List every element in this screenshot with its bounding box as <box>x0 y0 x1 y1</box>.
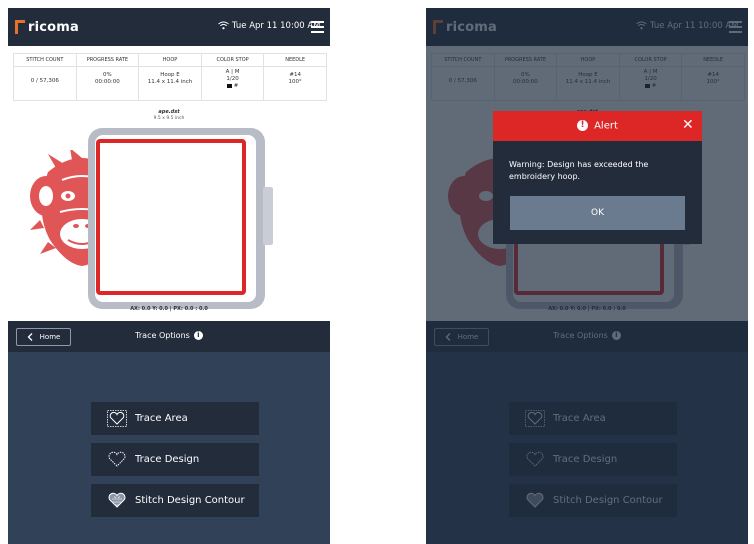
needle-number: #14 <box>289 72 301 78</box>
alert-header: ! Alert ✕ <box>493 111 702 141</box>
alert-title: ! Alert <box>493 120 702 132</box>
close-icon[interactable]: ✕ <box>682 117 694 133</box>
progress-percent: 0% <box>103 72 112 78</box>
ok-label: OK <box>591 208 604 218</box>
brand-logo: ricoma <box>15 18 79 36</box>
top-bar: ricoma Tue Apr 11 10:00 AM <box>8 8 330 46</box>
warning-icon: ! <box>577 120 589 131</box>
progress-time: 00:00:00 <box>95 79 120 85</box>
needle-angle: 100° <box>288 79 302 85</box>
logo-mark-icon <box>15 20 25 34</box>
hoop-tab <box>263 187 273 245</box>
stat-value: Hoop E 11.4 x 11.4 inch <box>139 67 201 86</box>
stat-label: COLOR STOP <box>201 54 264 67</box>
stat-label: PROGRESS RATE <box>76 54 139 67</box>
hoop-boundary <box>96 139 246 295</box>
stitch-contour-label: Stitch Design Contour <box>135 495 245 506</box>
stitch-design-contour-button[interactable]: Stitch Design Contour <box>91 484 259 517</box>
hoop-size: 11.4 x 11.4 inch <box>147 79 193 85</box>
stats-table: STITCH COUNT 0 / 57,306 PROGRESS RATE 0%… <box>13 53 327 101</box>
color-count: 1/20 <box>226 76 239 82</box>
panel-title: Trace Optionsi <box>8 331 330 340</box>
trace-design-label: Trace Design <box>135 454 200 465</box>
trace-options-panel: Trace Area Trace Design Stitch Design Co… <box>8 352 330 544</box>
datetime: Tue Apr 11 10:00 AM <box>232 21 321 31</box>
stat-label: HOOP <box>139 54 201 67</box>
stat-progress-rate: PROGRESS RATE 0% 00:00:00 <box>76 54 140 100</box>
trace-design-button[interactable]: Trace Design <box>91 443 259 476</box>
stitch-contour-icon <box>108 492 126 508</box>
logo-text: ricoma <box>28 19 80 35</box>
panel-title-text: Trace Options <box>135 331 190 340</box>
modal-overlay[interactable] <box>426 8 748 544</box>
panel-header: Home Trace Optionsi <box>8 321 330 352</box>
ok-button[interactable]: OK <box>510 196 685 230</box>
stat-value: 0% 00:00:00 <box>77 67 139 86</box>
alert-message: Warning: Design has exceeded the embroid… <box>509 160 649 181</box>
color-mode: A | M <box>225 69 240 75</box>
color-swatch <box>226 83 232 88</box>
alert-dialog: ! Alert ✕ Warning: Design has exceeded th… <box>493 111 702 244</box>
stat-value: 0 / 57,306 <box>30 78 59 84</box>
wifi-icon <box>218 20 229 33</box>
stat-stitch-count: STITCH COUNT 0 / 57,306 <box>14 54 77 100</box>
stat-label: STITCH COUNT <box>14 54 76 67</box>
design-file-name: ape.dst <box>158 109 180 115</box>
stat-value: A | M 1/20 # <box>202 67 264 90</box>
machine-screen-left: ricoma Tue Apr 11 10:00 AM STITCH COUNT … <box>8 8 330 544</box>
trace-area-label: Trace Area <box>135 413 188 424</box>
alert-title-text: Alert <box>594 120 618 132</box>
info-icon[interactable]: i <box>193 331 203 340</box>
position-readout: AX: 0.0 Y: 0.0 | PX: 0.0 : 0.0 <box>130 306 208 312</box>
stat-color-stop: COLOR STOP A | M 1/20 # <box>201 54 265 100</box>
stat-value: #14 100° <box>264 67 326 86</box>
trace-area-icon <box>107 410 127 427</box>
machine-screen-right: ricoma Tue Apr 11 10:00 AM STITCH COUNT … <box>426 8 748 544</box>
stat-hoop: HOOP Hoop E 11.4 x 11.4 inch <box>139 54 202 100</box>
menu-icon[interactable] <box>311 21 324 33</box>
trace-design-icon <box>108 451 126 467</box>
stat-label: NEEDLE <box>264 54 326 67</box>
trace-area-button[interactable]: Trace Area <box>91 402 259 435</box>
color-code: # <box>233 83 239 89</box>
hoop-name: Hoop E <box>160 72 180 78</box>
stat-needle: NEEDLE #14 100° <box>264 54 326 100</box>
design-file-size: 9.5 x 9.5 inch <box>153 116 185 121</box>
